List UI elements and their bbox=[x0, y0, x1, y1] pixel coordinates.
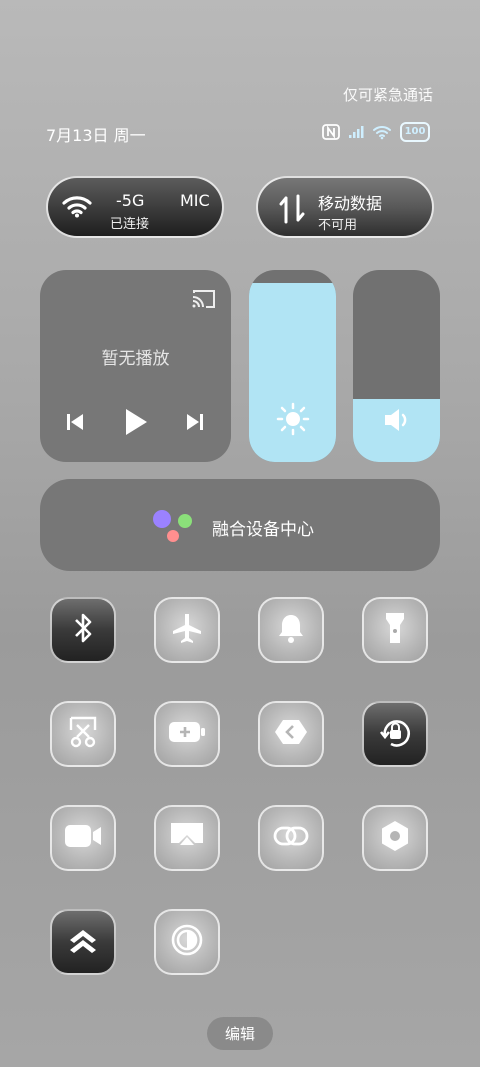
wifi-icon bbox=[372, 124, 392, 140]
airplane-toggle[interactable] bbox=[154, 597, 220, 663]
volume-slider[interactable] bbox=[353, 270, 440, 462]
bluetooth-icon bbox=[68, 611, 98, 649]
cast-screen-toggle[interactable] bbox=[154, 805, 220, 871]
connect-icon bbox=[272, 821, 310, 855]
video-toggle[interactable] bbox=[50, 805, 116, 871]
cast-screen-icon bbox=[169, 821, 205, 855]
mobile-data-title: 移动数据 bbox=[318, 194, 383, 213]
cast-icon[interactable] bbox=[190, 288, 218, 314]
edit-button[interactable]: 编辑 bbox=[207, 1017, 273, 1050]
bell-toggle[interactable] bbox=[258, 597, 324, 663]
emergency-calls-only-text: 仅可紧急通话 bbox=[342, 86, 433, 104]
signal-icon bbox=[348, 125, 364, 139]
screenshot-icon bbox=[67, 715, 99, 753]
next-icon[interactable] bbox=[184, 411, 206, 437]
connect-toggle[interactable] bbox=[258, 805, 324, 871]
battery-saver-toggle[interactable] bbox=[154, 701, 220, 767]
sun-icon bbox=[276, 402, 310, 440]
speaker-icon bbox=[382, 406, 412, 438]
wifi-ssid-extra: MIC bbox=[180, 191, 210, 210]
battery-icon: 100 bbox=[400, 122, 430, 142]
status-icons: 100 bbox=[322, 122, 430, 142]
nfc-icon bbox=[322, 124, 340, 140]
flashlight-toggle[interactable] bbox=[362, 597, 428, 663]
video-icon bbox=[64, 823, 102, 853]
settings-toggle[interactable] bbox=[362, 805, 428, 871]
device-center-logo-icon bbox=[152, 509, 194, 549]
settings-icon bbox=[379, 819, 411, 857]
airplane-icon bbox=[170, 611, 204, 649]
battery-saver-icon bbox=[168, 720, 206, 748]
mobile-data-toggle[interactable]: 移动数据 不可用 bbox=[256, 176, 434, 238]
brightness-slider[interactable] bbox=[249, 270, 336, 462]
previous-icon[interactable] bbox=[64, 411, 86, 437]
bluetooth-toggle[interactable] bbox=[50, 597, 116, 663]
bell-icon bbox=[276, 612, 306, 648]
wifi-icon bbox=[62, 194, 92, 222]
link-share-toggle[interactable] bbox=[258, 701, 324, 767]
rotation-lock-toggle[interactable] bbox=[362, 701, 428, 767]
no-media-label: 暂无播放 bbox=[101, 349, 170, 369]
media-player-card: 暂无播放 bbox=[40, 270, 231, 462]
data-arrows-icon bbox=[278, 194, 306, 228]
link-share-icon bbox=[273, 718, 309, 750]
wifi-status: 已连接 bbox=[110, 217, 150, 232]
screenshot-toggle[interactable] bbox=[50, 701, 116, 767]
layers-icon bbox=[67, 925, 99, 959]
device-center-label: 融合设备中心 bbox=[212, 520, 314, 540]
contrast-icon bbox=[170, 923, 204, 961]
flashlight-icon bbox=[383, 611, 407, 649]
layers-toggle[interactable] bbox=[50, 909, 116, 975]
contrast-toggle[interactable] bbox=[154, 909, 220, 975]
date-text: 7月13日 周一 bbox=[46, 126, 146, 145]
rotation-lock-icon bbox=[377, 714, 413, 754]
wifi-ssid: -5G bbox=[116, 191, 145, 210]
play-icon[interactable] bbox=[122, 406, 150, 442]
device-center-button[interactable]: 融合设备中心 bbox=[40, 479, 440, 571]
wifi-toggle[interactable]: -5G MIC 已连接 bbox=[46, 176, 224, 238]
mobile-data-status: 不可用 bbox=[318, 218, 358, 233]
